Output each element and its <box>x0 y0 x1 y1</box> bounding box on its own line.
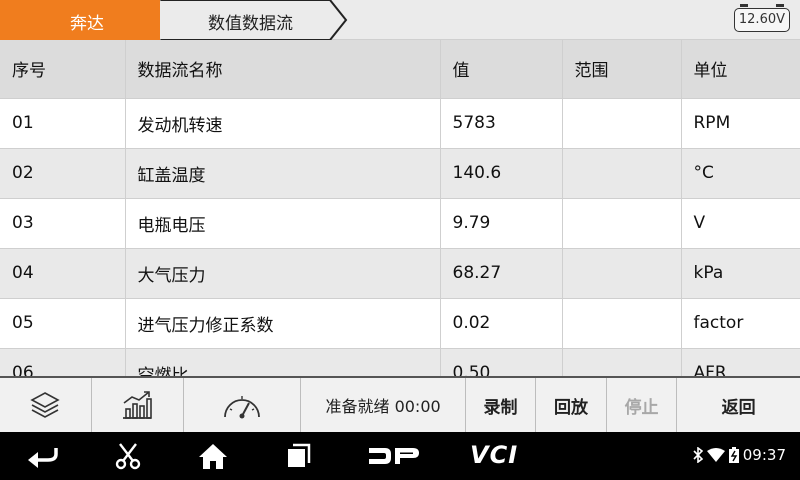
table-row[interactable]: 05 进气压力修正系数 0.02 factor <box>0 298 800 349</box>
cell-unit: RPM <box>681 98 800 149</box>
record-button[interactable]: 录制 <box>465 378 537 432</box>
cell-unit: AFR <box>681 348 800 376</box>
cell-range <box>562 148 682 199</box>
cell-unit: kPa <box>681 248 800 299</box>
home-icon[interactable] <box>198 442 228 470</box>
cell-name: 进气压力修正系数 <box>125 298 441 349</box>
cell-range <box>562 248 682 299</box>
line-chart-icon <box>123 391 152 419</box>
data-stream-table[interactable]: 序号 数据流名称 值 范围 单位 01 发动机转速 5783 RPM 02 缸盖… <box>0 40 800 376</box>
battery-icon <box>728 447 739 463</box>
table-row[interactable]: 06 空燃比 0.50 AFR <box>0 348 800 376</box>
cell-no: 02 <box>0 148 126 199</box>
table-row[interactable]: 02 缸盖温度 140.6 °C <box>0 148 800 199</box>
col-header-value: 值 <box>440 40 563 99</box>
breadcrumb-bar: 奔达 数值数据流 12.60V <box>0 0 800 40</box>
col-header-range: 范围 <box>562 40 682 99</box>
cell-no: 06 <box>0 348 126 376</box>
scissors-icon[interactable] <box>114 442 142 470</box>
cell-value: 0.50 <box>440 348 563 376</box>
vci-logo[interactable]: VCI <box>470 441 518 469</box>
cell-name: 缸盖温度 <box>125 148 441 199</box>
col-header-no: 序号 <box>0 40 126 99</box>
table-row[interactable]: 01 发动机转速 5783 RPM <box>0 98 800 149</box>
cell-unit: °C <box>681 148 800 199</box>
gauge-icon <box>224 396 260 419</box>
system-nav-bar: VCI 09:37 <box>0 432 800 480</box>
cell-name: 空燃比 <box>125 348 441 376</box>
clock: 09:37 <box>742 446 786 464</box>
cell-unit: V <box>681 198 800 249</box>
breadcrumb-brand-label: 奔达 <box>70 14 104 34</box>
voltage-indicator: 12.60V <box>733 4 790 32</box>
cell-name: 电瓶电压 <box>125 198 441 249</box>
layers-icon <box>30 392 61 418</box>
cell-no: 03 <box>0 198 126 249</box>
cell-no: 04 <box>0 248 126 299</box>
cell-unit: factor <box>681 298 800 349</box>
voltage-value: 12.60V <box>738 12 785 27</box>
cell-value: 140.6 <box>440 148 563 199</box>
status-text: 准备就绪 00:00 <box>301 378 466 432</box>
back-button[interactable]: 返回 <box>677 378 800 432</box>
cell-name: 发动机转速 <box>125 98 441 149</box>
bottom-toolbar: 准备就绪 00:00 录制 回放 停止 返回 <box>0 376 800 432</box>
playback-button[interactable]: 回放 <box>536 378 607 432</box>
cell-value: 9.79 <box>440 198 563 249</box>
cell-value: 0.02 <box>440 298 563 349</box>
cell-range <box>562 198 682 249</box>
table-row[interactable]: 04 大气压力 68.27 kPa <box>0 248 800 299</box>
cell-range <box>562 98 682 149</box>
cell-no: 01 <box>0 98 126 149</box>
stop-button[interactable]: 停止 <box>606 378 678 432</box>
table-row[interactable]: 03 电瓶电压 9.79 V <box>0 198 800 249</box>
back-icon[interactable] <box>26 444 60 468</box>
gauge-button[interactable] <box>183 378 302 432</box>
recent-apps-icon[interactable] <box>285 442 313 470</box>
col-header-unit: 单位 <box>681 40 800 99</box>
cell-value: 5783 <box>440 98 563 149</box>
breadcrumb-page[interactable]: 数值数据流 <box>160 0 350 40</box>
col-header-name: 数据流名称 <box>125 40 441 99</box>
dp-logo[interactable] <box>367 444 421 468</box>
wifi-icon <box>706 448 725 462</box>
table-header-row: 序号 数据流名称 值 范围 单位 <box>0 40 800 99</box>
layers-button[interactable] <box>0 378 92 432</box>
breadcrumb-brand[interactable]: 奔达 <box>0 0 178 40</box>
cell-no: 05 <box>0 298 126 349</box>
cell-range <box>562 298 682 349</box>
cell-value: 68.27 <box>440 248 563 299</box>
graph-button[interactable] <box>91 378 184 432</box>
page-title: 数值数据流 <box>208 14 293 34</box>
cell-range <box>562 348 682 376</box>
cell-name: 大气压力 <box>125 248 441 299</box>
system-status: 09:37 <box>693 446 786 464</box>
bluetooth-icon <box>693 447 703 463</box>
